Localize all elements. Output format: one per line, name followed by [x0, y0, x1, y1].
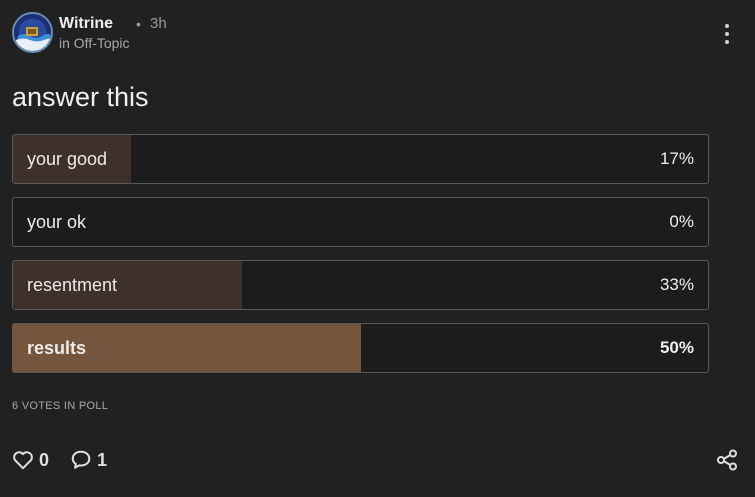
- poll-option[interactable]: resentment 33%: [12, 260, 709, 310]
- post-time: 3h: [150, 15, 167, 32]
- post-header: Witrine • 3h in Off-Topic: [12, 12, 743, 54]
- ellipsis-dot: [725, 32, 729, 36]
- poll-option-percent: 0%: [669, 212, 694, 231]
- avatar[interactable]: [12, 12, 53, 53]
- poll-option-label: your good: [27, 149, 108, 169]
- comment-count: 1: [97, 450, 108, 470]
- poll-option-label: resentment: [27, 275, 118, 295]
- channel-name[interactable]: in Off-Topic: [59, 34, 130, 52]
- ellipsis-dot: [725, 24, 729, 28]
- poll-option[interactable]: results 50%: [12, 323, 709, 373]
- like-count: 0: [39, 450, 50, 470]
- comment-button[interactable]: 1: [70, 448, 107, 472]
- poll-option-label: results: [27, 338, 87, 358]
- like-button[interactable]: 0: [12, 448, 49, 472]
- poll-option-percent: 50%: [659, 338, 694, 357]
- poll-option[interactable]: your good 17%: [12, 134, 709, 184]
- poll-vote-count: 6 VOTES IN POLL: [12, 400, 109, 412]
- poll-option-label: your ok: [27, 212, 87, 232]
- ellipsis-dot: [725, 40, 729, 44]
- share-icon: [717, 449, 737, 471]
- poll-option-percent: 33%: [659, 275, 694, 294]
- speech-bubble-icon: [71, 450, 91, 469]
- author-name[interactable]: Witrine: [59, 14, 113, 34]
- share-button[interactable]: [715, 448, 739, 472]
- post-title: answer this: [12, 82, 149, 112]
- meta-separator: •: [136, 16, 141, 32]
- avatar-image: [14, 14, 51, 51]
- poll-option[interactable]: your ok 0%: [12, 197, 709, 247]
- heart-icon: [13, 451, 33, 470]
- poll-option-percent: 17%: [659, 149, 694, 168]
- vertical-ellipsis-icon[interactable]: [722, 22, 732, 46]
